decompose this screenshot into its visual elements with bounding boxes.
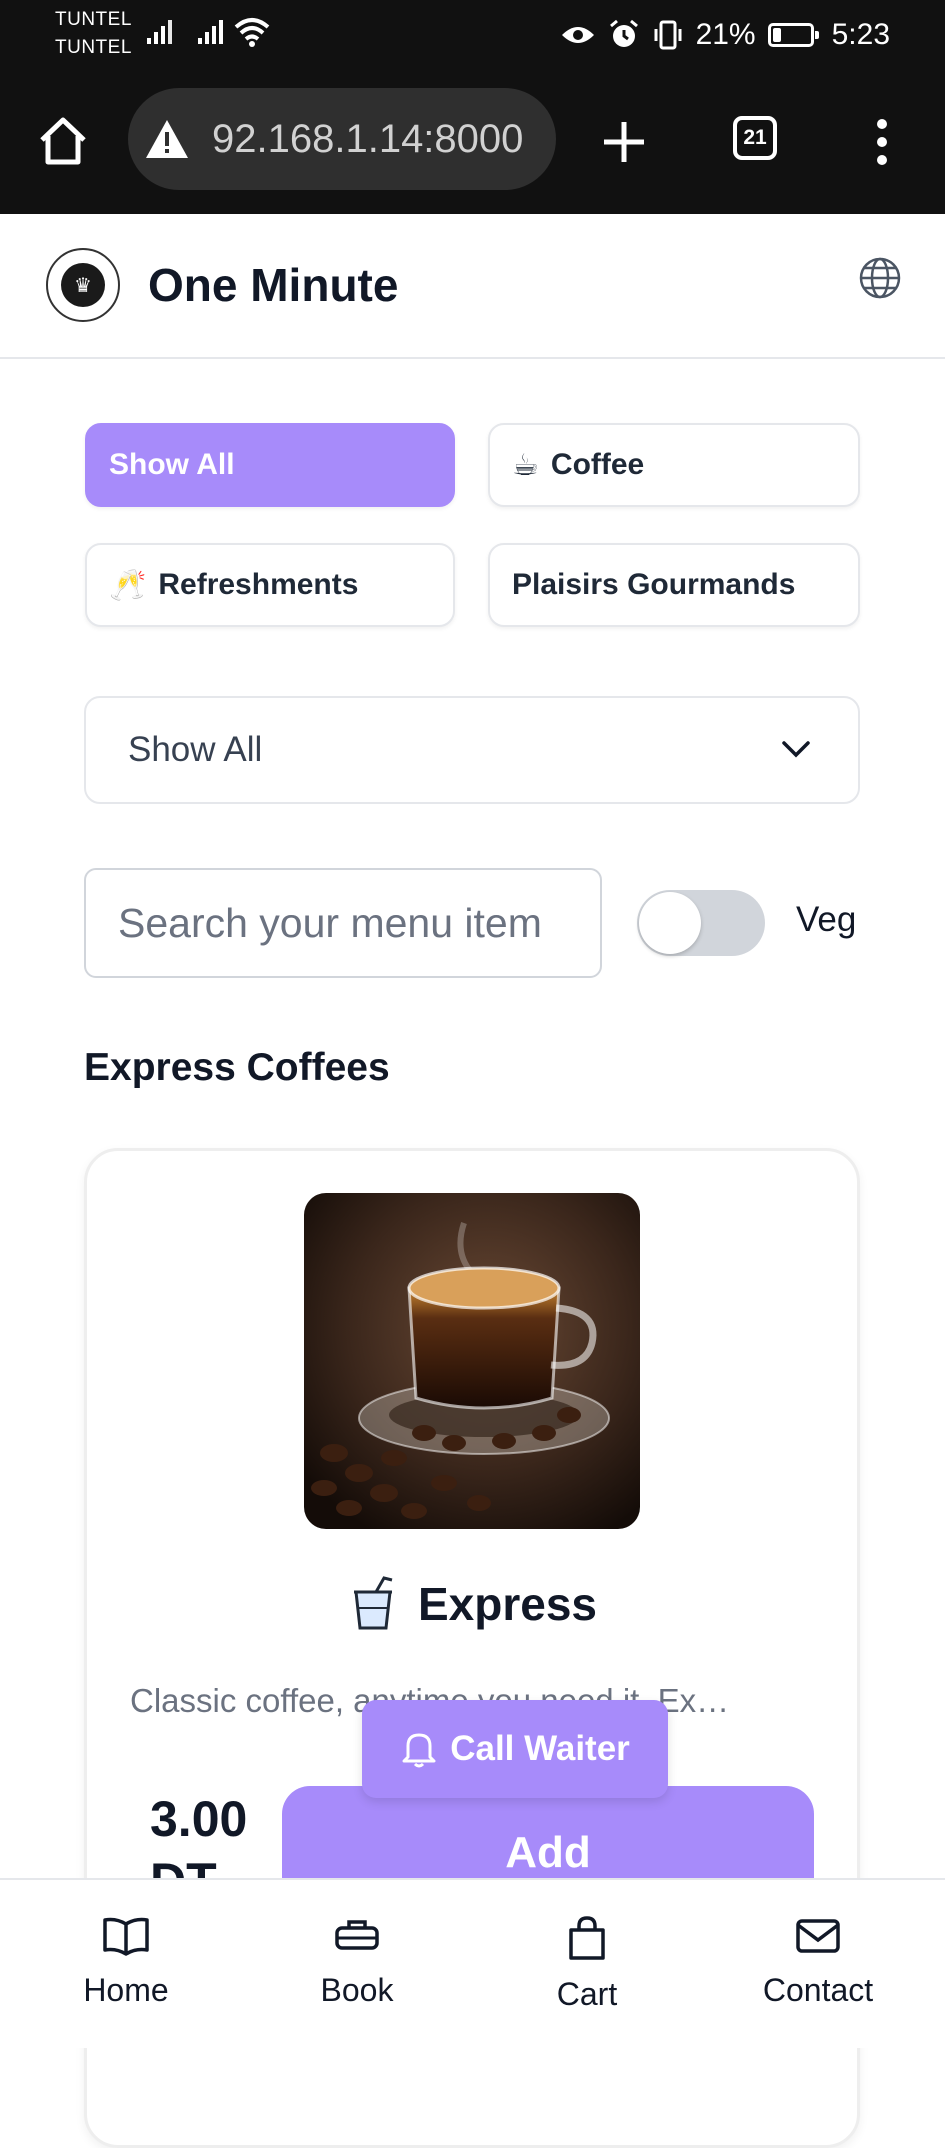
drink-icon <box>354 1576 393 1630</box>
bell-icon <box>402 1733 436 1768</box>
shopping-bag-icon <box>569 1916 605 1960</box>
wifi-icon <box>234 18 270 47</box>
toggle-knob <box>639 892 701 954</box>
address-bar[interactable]: 92.168.1.14:8000 <box>128 88 556 190</box>
globe-icon[interactable] <box>858 256 902 300</box>
logo-mark: ♛ <box>61 263 105 307</box>
veg-toggle[interactable] <box>637 890 765 956</box>
status-bar: TUNTEL TUNTEL 21% 5:23 <box>0 0 945 70</box>
filter-chip-coffee[interactable]: ☕ Coffee <box>488 423 860 507</box>
filter-chip-show-all[interactable]: Show All <box>85 423 455 507</box>
chip-label: Show All <box>109 448 235 481</box>
filter-chip-plaisirs-gourmands[interactable]: Plaisirs Gourmands <box>488 543 860 627</box>
mail-icon <box>796 1919 840 1953</box>
url-text: 92.168.1.14:8000 <box>212 116 524 161</box>
espresso-image <box>304 1193 640 1529</box>
warning-icon <box>146 120 188 158</box>
carrier-label-2: TUNTEL <box>55 37 132 58</box>
status-right: 21% 5:23 <box>560 12 890 58</box>
nav-label-cart: Cart <box>556 1976 618 2012</box>
signal-icon <box>147 20 172 44</box>
vibrate-icon <box>654 20 682 50</box>
browser-toolbar: 92.168.1.14:8000 21 <box>0 70 945 214</box>
veg-label: Veg <box>796 900 857 939</box>
nav-item-book[interactable]: Book <box>277 1916 437 2009</box>
item-photo <box>304 1193 640 1529</box>
champagne-icon: 🥂 <box>109 568 147 602</box>
signal-icon <box>198 20 223 44</box>
plus-icon[interactable] <box>602 120 646 164</box>
app-title: One Minute <box>148 259 399 311</box>
search-placeholder: Search your menu item <box>118 899 542 946</box>
nav-item-cart[interactable]: Cart <box>507 1916 667 2013</box>
section-title: Express Coffees <box>84 1046 390 1089</box>
select-value: Show All <box>128 730 263 769</box>
price-amount: 3.00 <box>150 1791 248 1847</box>
search-input[interactable]: Search your menu item <box>84 868 602 978</box>
book-open-icon <box>103 1917 149 1956</box>
chip-label: Coffee <box>550 448 645 481</box>
clock: 5:23 <box>831 18 890 51</box>
app-header: ♛ One Minute <box>0 214 945 359</box>
call-waiter-label: Call Waiter <box>450 1729 630 1768</box>
chip-label: Refreshments <box>158 568 359 601</box>
nav-label-home: Home <box>83 1972 169 2008</box>
item-title-row: Express <box>350 1576 597 1632</box>
battery-percent: 21% <box>695 18 756 51</box>
alarm-icon <box>609 19 638 47</box>
battery-icon <box>767 23 819 47</box>
logo[interactable]: ♛ <box>46 248 120 322</box>
eye-icon <box>561 27 594 43</box>
home-icon[interactable] <box>36 114 90 168</box>
chevron-down-icon <box>782 741 810 758</box>
bottom-navigation: Home Book Cart Contact <box>0 1878 945 2048</box>
more-icon[interactable] <box>870 116 894 168</box>
nav-label-contact: Contact <box>762 1972 874 2008</box>
nav-item-home[interactable]: Home <box>46 1916 206 2009</box>
coffee-icon: ☕ <box>512 448 539 482</box>
carrier-label-1: TUNTEL <box>55 9 132 30</box>
battery-level <box>772 28 781 42</box>
category-select[interactable]: Show All <box>84 696 860 804</box>
nav-label-book: Book <box>320 1972 394 2008</box>
filter-chip-refreshments[interactable]: 🥂 Refreshments <box>85 543 455 627</box>
chip-label: Plaisirs Gourmands <box>512 568 796 601</box>
item-name: Express <box>418 1578 598 1630</box>
call-waiter-button[interactable]: Call Waiter <box>362 1700 668 1798</box>
nav-item-contact[interactable]: Contact <box>738 1916 898 2009</box>
tabs-icon[interactable]: 21 <box>733 116 777 160</box>
briefcase-icon <box>335 1920 379 1950</box>
